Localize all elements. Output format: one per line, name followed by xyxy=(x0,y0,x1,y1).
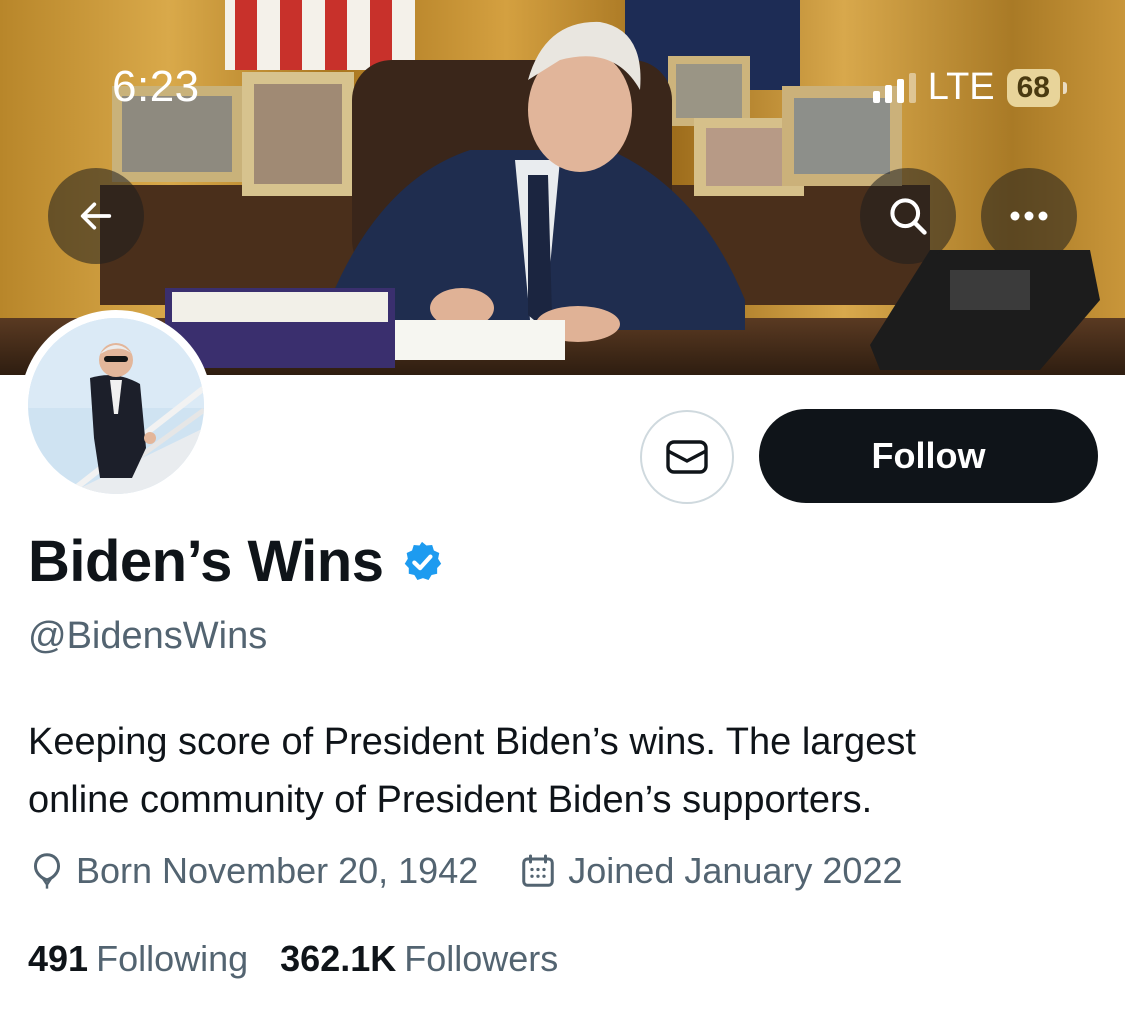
signal-strength-icon xyxy=(872,72,916,103)
username-handle: @BidensWins xyxy=(28,615,268,657)
profile-bio: Keeping score of President Biden’s wins.… xyxy=(28,713,1088,829)
network-type: LTE xyxy=(927,66,995,108)
status-indicators: LTE 68 xyxy=(872,66,1067,109)
follow-button[interactable]: Follow xyxy=(759,409,1098,503)
avatar-photo xyxy=(28,318,204,494)
arrow-left-icon xyxy=(80,202,112,230)
followers-link[interactable]: 362.1K Followers xyxy=(280,938,558,980)
envelope-icon xyxy=(666,440,708,474)
back-button[interactable] xyxy=(48,168,144,264)
followers-label: Followers xyxy=(404,938,559,979)
calendar-icon xyxy=(522,854,554,887)
more-options-button[interactable] xyxy=(981,168,1077,264)
battery-icon: 68 xyxy=(1006,68,1067,107)
status-time: 6:23 xyxy=(112,62,200,111)
profile-avatar[interactable] xyxy=(20,310,212,502)
follow-stats: 491 Following 362.1K Followers xyxy=(28,938,558,980)
bio-line: online community of President Biden’s su… xyxy=(28,779,873,821)
joined-item: Joined January 2022 xyxy=(520,850,903,892)
profile-banner-image[interactable] xyxy=(0,0,1125,375)
profile-meta: Born November 20, 1942 Joined January 20… xyxy=(30,850,903,892)
search-icon xyxy=(890,198,927,235)
following-link[interactable]: 491 Following xyxy=(28,938,248,980)
display-name-row: Biden’s Wins xyxy=(28,528,445,595)
search-button[interactable] xyxy=(860,168,956,264)
followers-count: 362.1K xyxy=(280,938,397,979)
following-count: 491 xyxy=(28,938,89,979)
battery-level: 68 xyxy=(1006,68,1060,107)
following-label: Following xyxy=(96,938,249,979)
birthday-text: Born November 20, 1942 xyxy=(76,850,479,891)
balloon-icon xyxy=(33,853,61,889)
joined-text: Joined January 2022 xyxy=(568,850,903,891)
banner-photo xyxy=(0,0,1125,375)
message-button[interactable] xyxy=(640,410,734,504)
bio-line: Keeping score of President Biden’s wins.… xyxy=(28,721,916,763)
display-name: Biden’s Wins xyxy=(28,529,384,594)
verified-badge-icon[interactable] xyxy=(399,539,445,585)
birthday-item: Born November 20, 1942 xyxy=(30,850,478,892)
more-horizontal-icon xyxy=(1010,211,1048,221)
